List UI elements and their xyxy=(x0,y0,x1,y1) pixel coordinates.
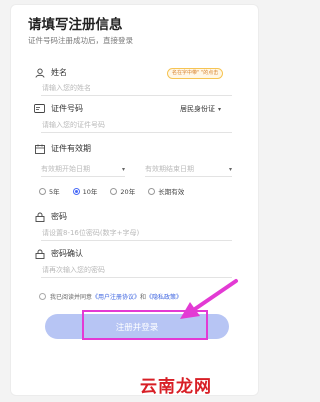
validity-start-date[interactable]: 有效期开始日期 ▾ xyxy=(41,162,125,177)
validity-option-20y[interactable]: 20年 xyxy=(110,186,135,196)
agreement-row: 我已阅读并同意 《用户注册协议》 和 《隐私政策》 xyxy=(39,292,182,301)
lock-icon xyxy=(34,248,45,259)
page-subtitle: 证件号码注册成功后，直接登录 xyxy=(28,36,133,45)
password-confirm-label: 密码确认 xyxy=(51,249,83,258)
chevron-down-icon: ▾ xyxy=(218,105,222,113)
chevron-down-icon: ▾ xyxy=(121,165,125,173)
password-confirm-input[interactable] xyxy=(41,262,232,278)
validity-start-placeholder: 有效期开始日期 xyxy=(41,165,90,173)
watermark-logo: 云南龙网 xyxy=(140,377,212,397)
name-label-row: 姓名 xyxy=(34,67,67,78)
calendar-icon xyxy=(34,143,45,154)
user-icon xyxy=(34,67,45,78)
option-label: 5年 xyxy=(49,188,60,196)
validity-end-placeholder: 有效期结束日期 xyxy=(145,165,194,173)
id-number-label: 证件号码 xyxy=(51,104,83,113)
validity-option-10y[interactable]: 10年 xyxy=(72,186,98,196)
id-number-input[interactable] xyxy=(41,117,232,133)
validity-label-row: 证件有效期 xyxy=(34,143,91,154)
id-label-row: 证件号码 xyxy=(34,103,83,114)
lock-icon xyxy=(34,211,45,222)
radio-icon xyxy=(148,187,156,195)
option-label: 10年 xyxy=(82,188,98,196)
password-input[interactable] xyxy=(41,225,232,241)
name-hint-badge[interactable]: 名在字中带" "的点击 xyxy=(167,68,224,79)
validity-label: 证件有效期 xyxy=(51,144,91,153)
option-label: 长期有效 xyxy=(158,188,185,196)
option-label: 20年 xyxy=(120,188,136,196)
annotation-arrow-icon xyxy=(180,279,238,319)
validity-options: 5年 10年 20年 长期有效 xyxy=(39,186,197,196)
radio-icon xyxy=(110,187,118,195)
name-label: 姓名 xyxy=(51,68,67,77)
agreement-checkbox[interactable] xyxy=(39,293,46,300)
id-card-icon xyxy=(34,103,45,114)
id-type-value: 居民身份证 xyxy=(180,105,215,113)
validity-option-5y[interactable]: 5年 xyxy=(39,186,60,196)
id-type-select[interactable]: 居民身份证 ▾ xyxy=(180,104,221,114)
name-input[interactable] xyxy=(41,80,232,96)
agreement-prefix: 我已阅读并同意 xyxy=(50,294,93,301)
password-label-row: 密码 xyxy=(34,211,67,222)
radio-icon xyxy=(39,187,46,195)
user-agreement-link[interactable]: 《用户注册协议》 xyxy=(92,292,140,301)
password-label: 密码 xyxy=(51,212,67,221)
validity-end-date[interactable]: 有效期结束日期 ▾ xyxy=(145,162,232,177)
radio-selected-icon xyxy=(72,187,80,195)
password-confirm-label-row: 密码确认 xyxy=(34,248,83,259)
chevron-down-icon: ▾ xyxy=(228,165,232,173)
validity-option-long-term[interactable]: 长期有效 xyxy=(148,186,184,196)
page-title: 请填写注册信息 xyxy=(28,17,123,33)
